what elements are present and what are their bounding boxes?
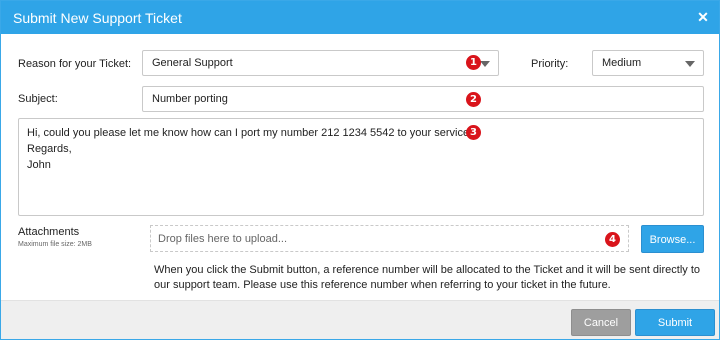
message-line: Hi, could you please let me know how can… xyxy=(27,127,476,139)
close-icon[interactable]: ✕ xyxy=(695,9,711,25)
dialog-titlebar: Submit New Support Ticket ✕ xyxy=(1,1,719,34)
browse-button[interactable]: Browse... xyxy=(641,225,704,253)
dialog-title: Submit New Support Ticket xyxy=(13,10,182,26)
priority-select[interactable]: Medium xyxy=(592,50,704,76)
message-line: Regards, xyxy=(27,143,72,155)
file-dropzone[interactable]: Drop files here to upload... xyxy=(150,225,629,252)
subject-label: Subject: xyxy=(18,93,58,105)
attachments-hint: Maximum file size: 2MB xyxy=(18,241,92,248)
submit-info-text: When you click the Submit button, a refe… xyxy=(154,264,700,291)
cancel-button[interactable]: Cancel xyxy=(571,309,631,336)
priority-select-value: Medium xyxy=(602,57,642,69)
chevron-down-icon xyxy=(685,61,695,67)
subject-input-value: Number porting xyxy=(152,93,228,105)
submit-button[interactable]: Submit xyxy=(635,309,715,336)
attachments-label: Attachments xyxy=(18,226,80,238)
reason-label: Reason for your Ticket: xyxy=(18,58,132,70)
chevron-down-icon xyxy=(480,61,490,67)
annotation-badge-3: 3 xyxy=(466,125,481,140)
subject-input[interactable]: Number porting xyxy=(142,86,704,112)
message-textarea[interactable]: Hi, could you please let me know how can… xyxy=(18,118,704,216)
priority-label: Priority: xyxy=(531,58,569,70)
annotation-badge-1: 1 xyxy=(466,55,481,70)
annotation-badge-2: 2 xyxy=(466,92,481,107)
dropzone-placeholder: Drop files here to upload... xyxy=(158,233,288,245)
reason-select[interactable]: General Support xyxy=(142,50,499,76)
reason-select-value: General Support xyxy=(152,57,233,69)
message-line: John xyxy=(27,159,51,171)
annotation-badge-4: 4 xyxy=(605,232,620,247)
support-ticket-dialog: Submit New Support Ticket ✕ Reason for y… xyxy=(0,0,720,340)
